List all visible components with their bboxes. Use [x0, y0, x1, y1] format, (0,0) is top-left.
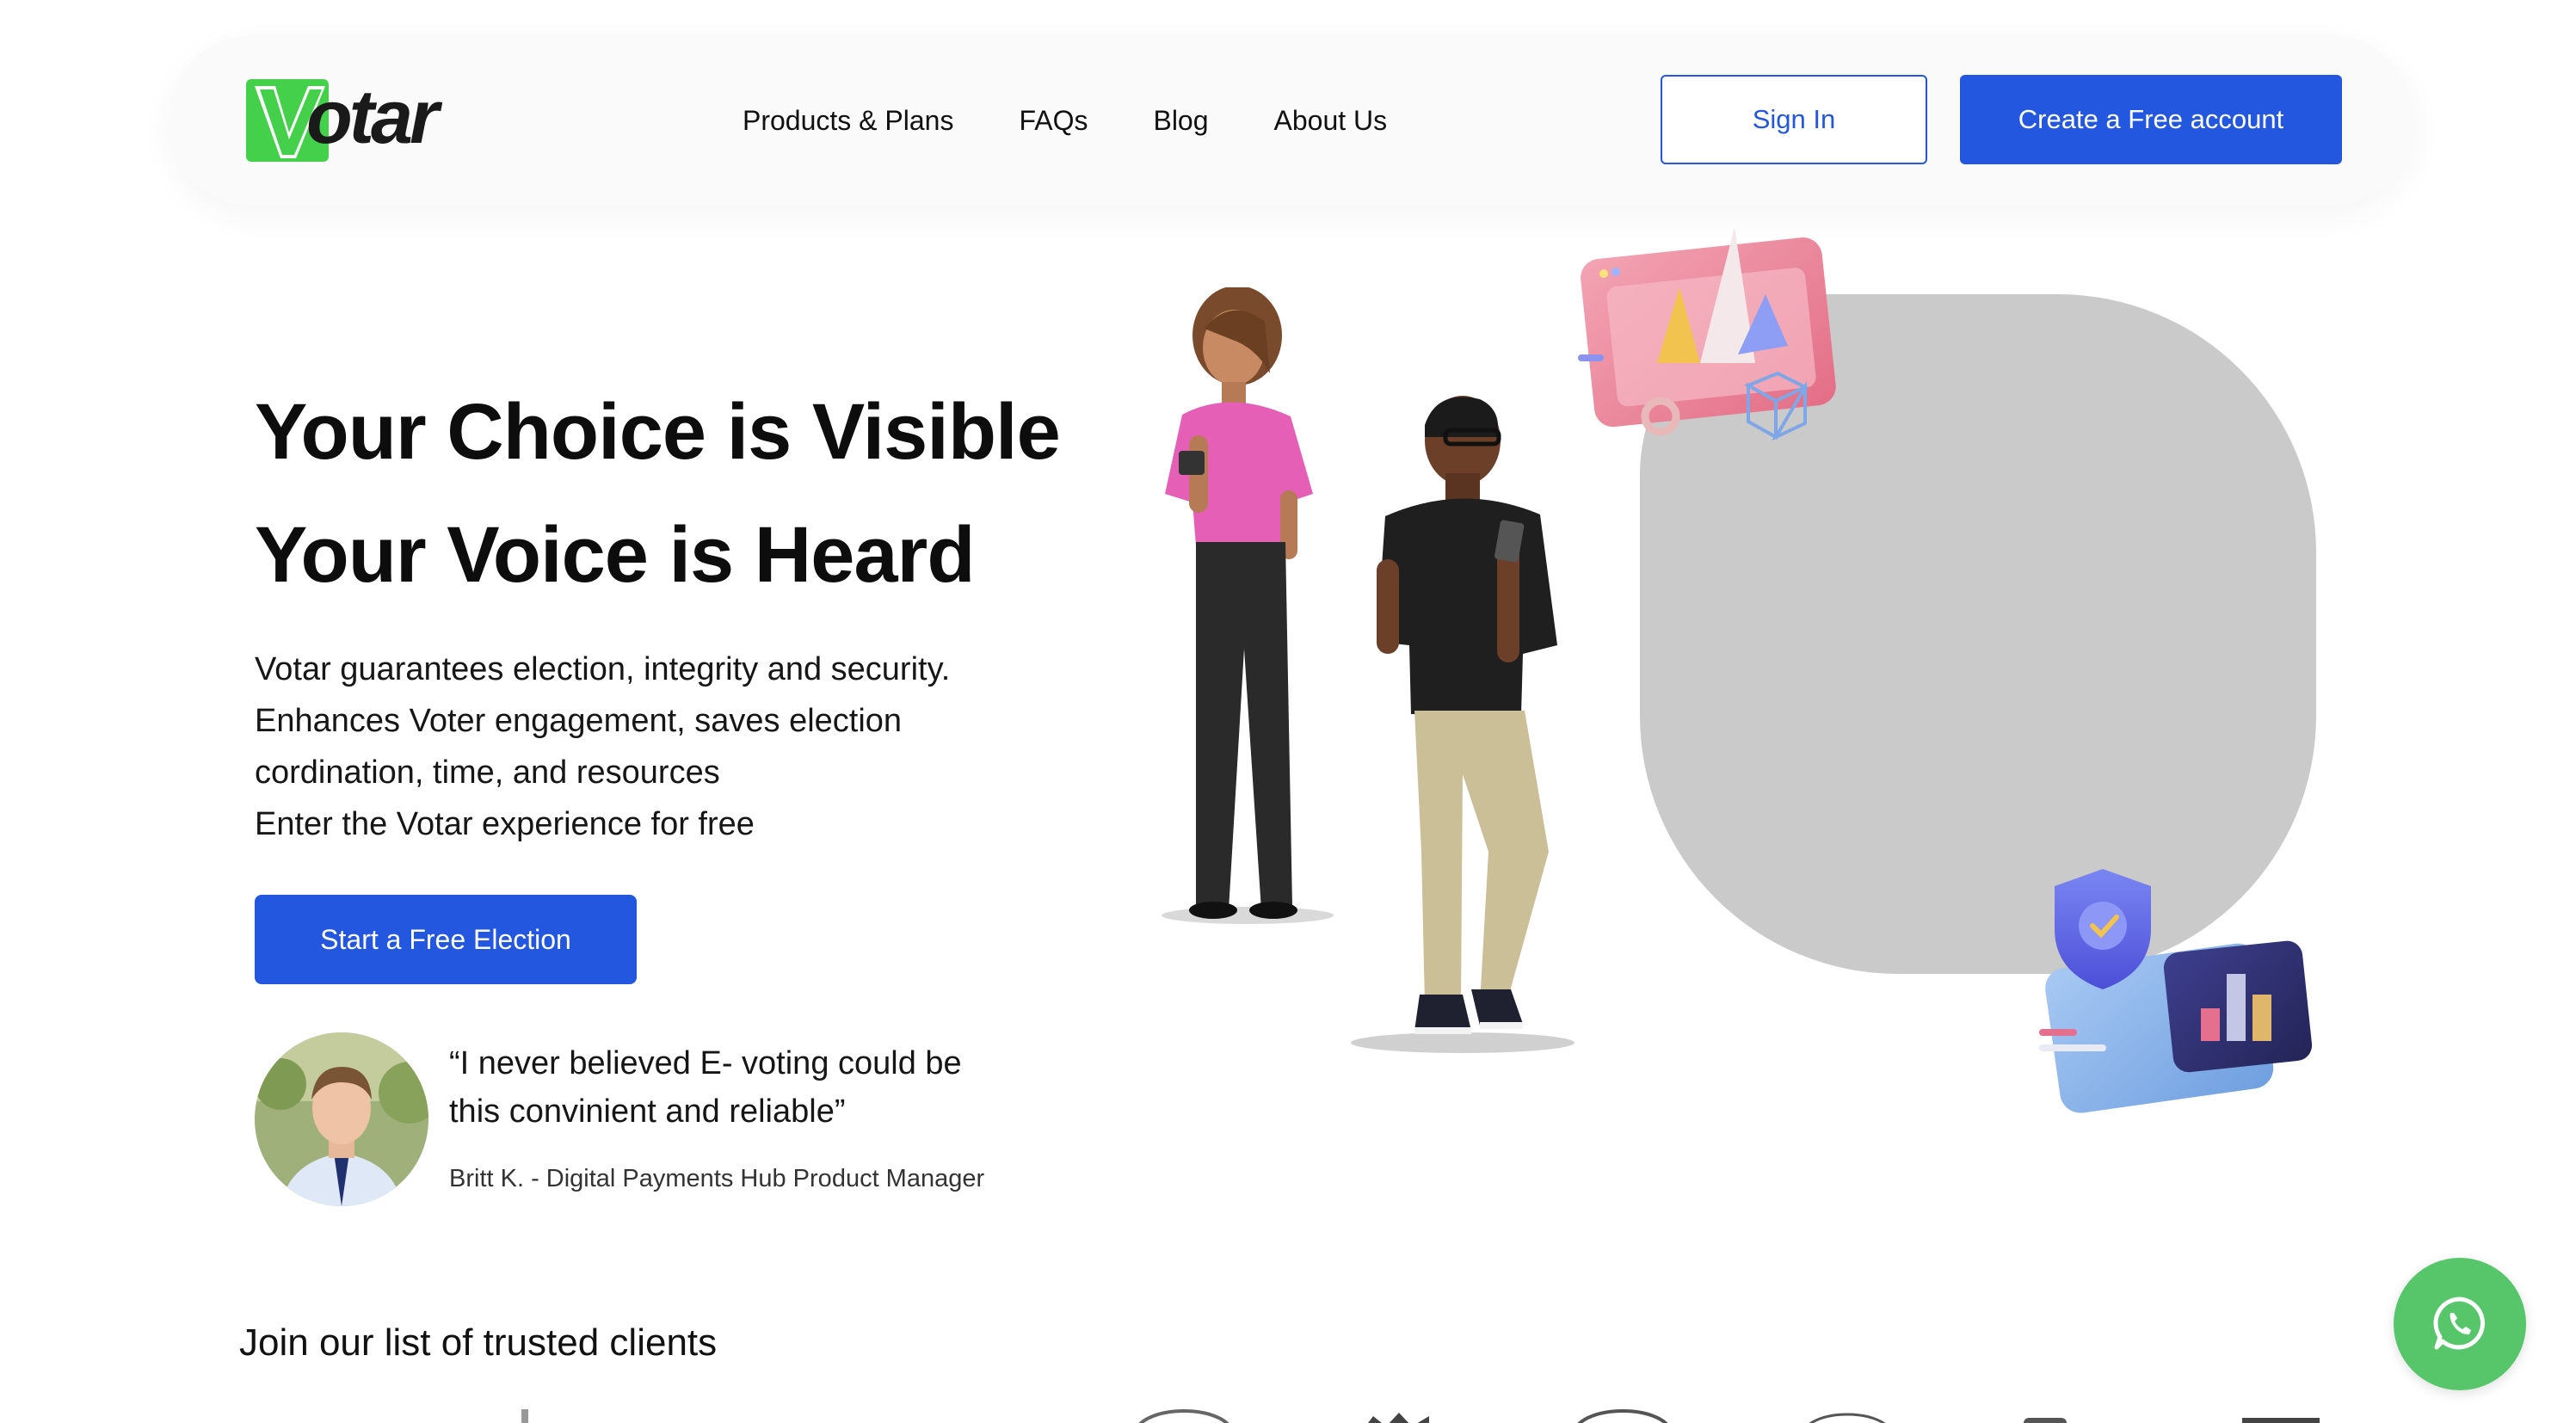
nav-about-us[interactable]: About Us [1274, 105, 1388, 137]
hero-description: Votar guarantees election, integrity and… [255, 644, 950, 850]
sign-in-button[interactable]: Sign In [1661, 75, 1927, 164]
hero-title-line2: Your Voice is Heard [255, 511, 976, 599]
whatsapp-button[interactable] [2394, 1258, 2526, 1390]
client-logo [1577, 1409, 1668, 1423]
hero-description-line: Votar guarantees election, integrity and… [255, 651, 951, 687]
landing-page: otar Products & Plans FAQs Blog About Us… [0, 0, 2576, 1423]
testimonial-quote-line: “I never believed E- voting could be [449, 1045, 962, 1081]
chart-window-icon [1578, 227, 1836, 441]
votar-logo[interactable]: otar [246, 74, 474, 162]
nav-products-plans[interactable]: Products & Plans [743, 105, 953, 137]
client-logo [1138, 1409, 1229, 1423]
hero-description-line: Enter the Votar experience for free [255, 806, 755, 842]
logo-wordmark: otar [306, 74, 439, 159]
whatsapp-icon [2433, 1297, 2485, 1350]
create-account-button[interactable]: Create a Free account [1960, 75, 2342, 164]
nav-faqs[interactable]: FAQs [1019, 105, 1088, 137]
main-nav: Products & Plans FAQs Blog About Us [743, 34, 1452, 206]
testimonial-quote: “I never believed E- voting could be thi… [449, 1039, 962, 1136]
testimonial-quote-line: this convinient and reliable” [449, 1093, 846, 1130]
hero-title-line1: Your Choice is Visible [255, 388, 1061, 476]
testimonial-avatar [255, 1032, 428, 1206]
site-header: otar Products & Plans FAQs Blog About Us… [169, 34, 2414, 206]
security-analytics-icon [2039, 869, 2313, 1113]
client-logo [521, 1409, 528, 1423]
clients-title: Join our list of trusted clients [239, 1321, 718, 1364]
hero-description-line: Enhances Voter engagement, saves electio… [255, 703, 903, 739]
hero-description-line: cordination, time, and resources [255, 755, 720, 791]
nav-blog[interactable]: Blog [1153, 105, 1208, 137]
man-with-phone-illustration [1351, 396, 1575, 1053]
client-logo [2242, 1418, 2320, 1423]
testimonial-author: Britt K. - Digital Payments Hub Product … [449, 1165, 985, 1192]
woman-with-phone-illustration [1162, 287, 1334, 924]
client-logo [1809, 1413, 1886, 1423]
start-free-election-button[interactable]: Start a Free Election [255, 895, 637, 984]
client-logo [1368, 1413, 1429, 1423]
client-logo [2024, 1418, 2067, 1423]
